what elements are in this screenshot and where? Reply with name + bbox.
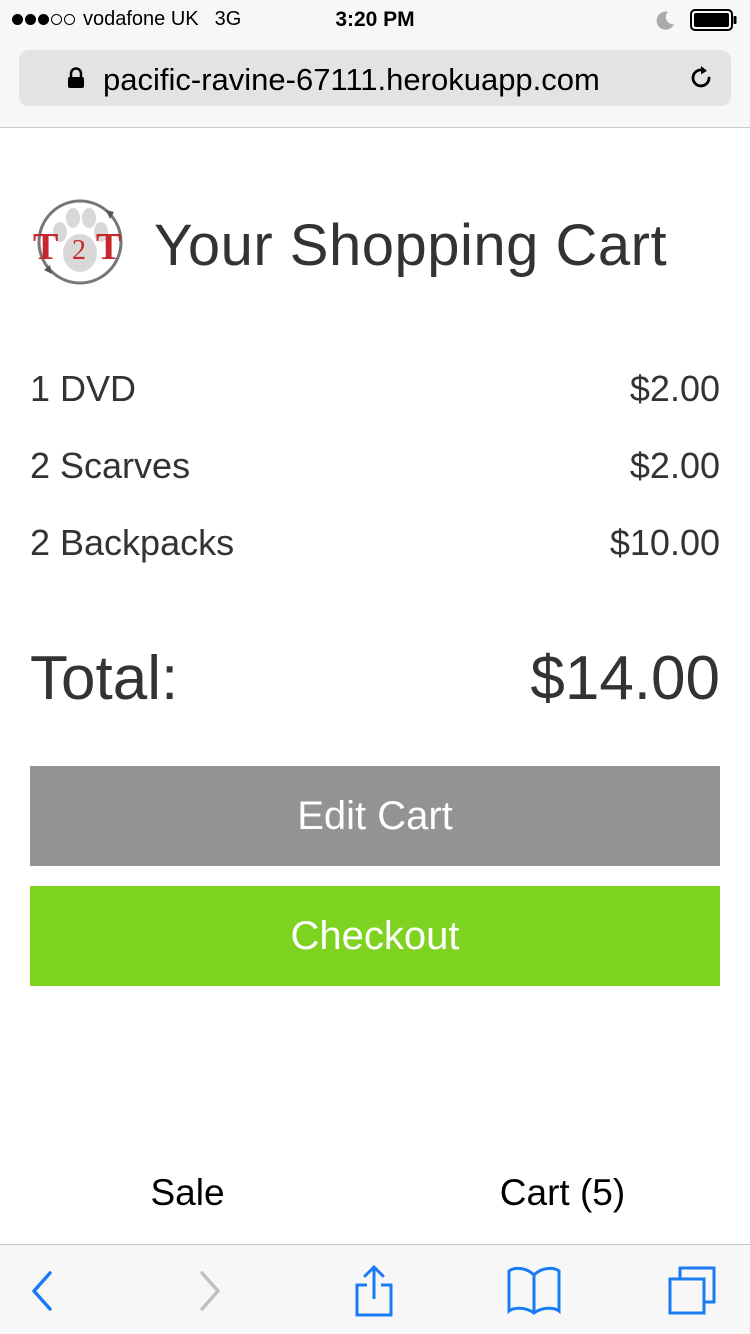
cart-item-name: 1 DVD: [30, 368, 137, 409]
tabs-icon: [668, 1266, 716, 1315]
nav-sale-link[interactable]: Sale: [0, 1172, 375, 1214]
cart-item-name: 2 Scarves: [30, 445, 191, 486]
share-icon: [355, 1265, 393, 1317]
total-label: Total:: [30, 644, 179, 713]
edit-cart-button[interactable]: Edit Cart: [30, 766, 720, 866]
share-button[interactable]: [346, 1265, 402, 1317]
battery-icon: [690, 9, 737, 31]
do-not-disturb-moon-icon: [656, 11, 674, 30]
cart-item-list: 1 DVD $2.00 2 Scarves $2.00 2 Backpacks …: [30, 368, 720, 599]
lock-icon: [68, 67, 84, 88]
back-icon: [32, 1271, 52, 1311]
svg-text:T: T: [96, 226, 121, 268]
status-bar: vodafone UK 3G 3:20 PM: [0, 0, 750, 40]
checkout-button[interactable]: Checkout: [30, 886, 720, 986]
bottom-site-nav: Sale Cart (5): [0, 1160, 750, 1230]
total-value: $14.00: [530, 644, 720, 713]
status-right: [654, 9, 738, 31]
reload-icon[interactable]: [687, 64, 715, 92]
back-button[interactable]: [14, 1265, 70, 1317]
tabs-button[interactable]: [664, 1265, 720, 1317]
total-row: Total: $14.00: [30, 643, 720, 714]
cart-item-price: $2.00: [629, 368, 720, 409]
browser-toolbar: [0, 1244, 750, 1334]
page-title: Your Shopping Cart: [154, 213, 668, 278]
forward-icon: [200, 1271, 220, 1311]
cart-item: 2 Scarves $2.00: [30, 445, 720, 522]
cart-item: 1 DVD $2.00: [30, 368, 720, 445]
forward-button[interactable]: [182, 1265, 238, 1317]
browser-address-area: pacific-ravine-67111.herokuapp.com: [0, 40, 750, 128]
svg-text:T: T: [33, 226, 58, 268]
url-text: pacific-ravine-67111.herokuapp.com: [103, 62, 600, 97]
cart-item-name: 2 Backpacks: [30, 522, 235, 563]
bookmarks-icon: [507, 1266, 561, 1315]
status-time: 3:20 PM: [335, 8, 415, 31]
bookmarks-button[interactable]: [506, 1265, 562, 1317]
t2t-logo-icon: T 2 T: [33, 199, 123, 285]
cart-item-price: $10.00: [609, 522, 720, 563]
cart-item: 2 Backpacks $10.00: [30, 522, 720, 599]
cart-item-price: $2.00: [629, 445, 720, 486]
svg-text:2: 2: [72, 235, 86, 266]
nav-cart-link[interactable]: Cart (5): [375, 1172, 750, 1214]
address-bar[interactable]: pacific-ravine-67111.herokuapp.com: [19, 50, 731, 106]
